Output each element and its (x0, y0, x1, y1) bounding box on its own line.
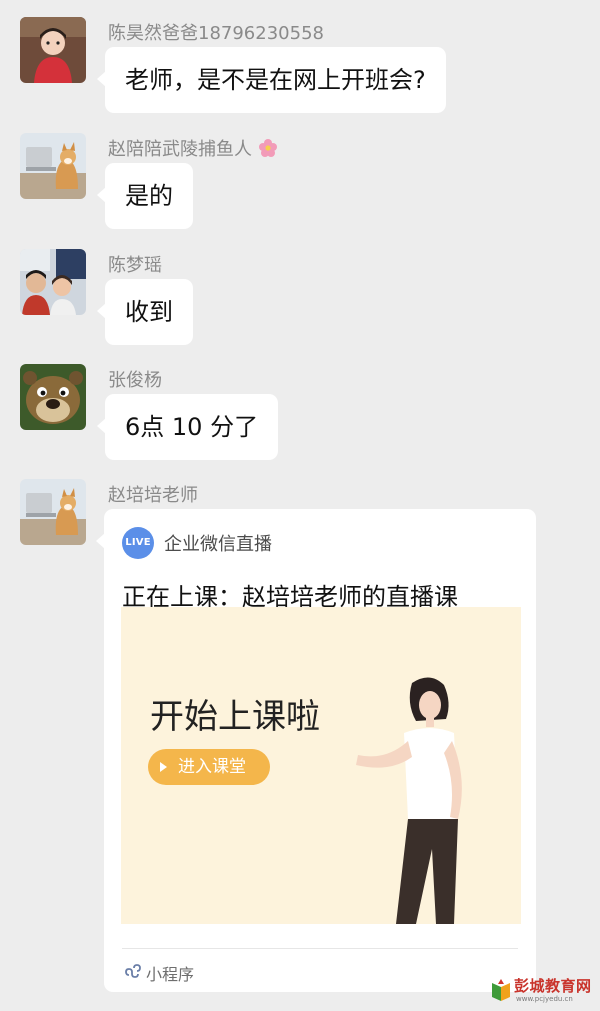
avatar[interactable] (20, 479, 86, 545)
book-logo-icon (492, 979, 510, 1001)
sender-name: 赵陪陪武陵捕鱼人 (108, 135, 278, 161)
sender-name: 陈昊然爸爸18796230558 (108, 23, 324, 44)
sender-name: 陈梦瑶 (108, 255, 162, 276)
message-bubble[interactable]: 老师，是不是在网上开班会? (97, 47, 446, 113)
flower-emoji-icon (258, 139, 277, 157)
enter-classroom-button[interactable]: 进入课堂 (148, 749, 270, 785)
card-app-name: 企业微信直播 (164, 534, 272, 555)
avatar[interactable] (20, 133, 86, 199)
card-divider (122, 948, 518, 949)
sender-name: 张俊杨 (108, 370, 162, 391)
live-stream-card[interactable]: LIVE 企业微信直播 正在上课：赵培培老师的直播课 开始上课啦 进入课堂 小程… (96, 509, 536, 992)
card-cover-image[interactable]: 开始上课啦 进入课堂 (121, 607, 521, 924)
watermark-logo: 彭城教育网 www.pcjyedu.cn (490, 975, 596, 1007)
avatar[interactable] (20, 364, 86, 430)
card-headline: 开始上课啦 (150, 697, 320, 737)
live-icon: LIVE (122, 527, 154, 559)
message-bubble[interactable]: 收到 (97, 279, 193, 345)
play-icon (160, 762, 167, 772)
teacher-illustration (356, 677, 462, 924)
avatar[interactable] (20, 17, 86, 83)
mini-program-icon (125, 964, 141, 978)
avatar[interactable] (20, 249, 86, 315)
message-bubble[interactable]: 是的 (97, 163, 193, 229)
sender-name: 赵培培老师 (108, 485, 198, 506)
message-bubble[interactable]: 6点 10 分了 (96, 394, 279, 460)
mini-program-label: 小程序 (146, 965, 195, 984)
